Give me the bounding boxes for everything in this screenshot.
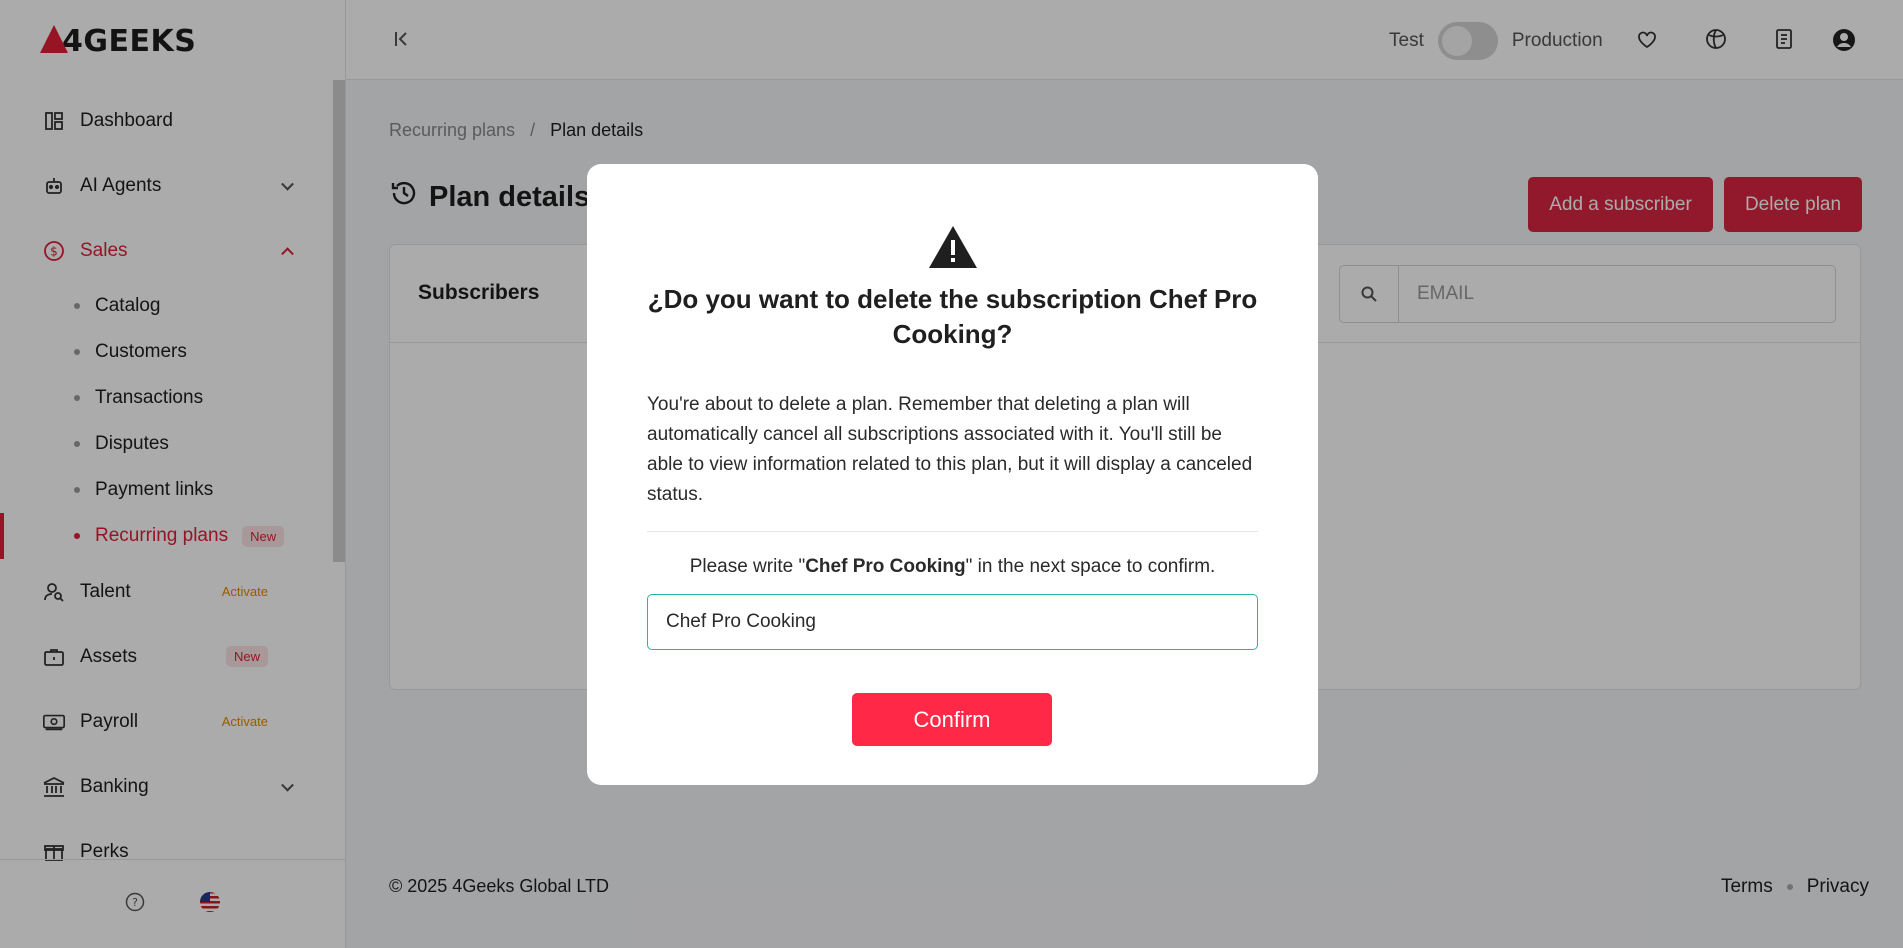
confirm-button[interactable]: Confirm	[852, 693, 1052, 746]
delete-subscription-modal: ¿Do you want to delete the subscription …	[587, 164, 1318, 785]
modal-confirm-prompt: Please write "Chef Pro Cooking" in the n…	[689, 556, 1216, 577]
warning-icon	[927, 224, 979, 275]
modal-divider	[647, 531, 1258, 532]
plan-name: Chef Pro Cooking	[805, 556, 966, 577]
confirm-plan-name-input[interactable]	[647, 594, 1258, 650]
modal-body: You're about to delete a plan. Remember …	[647, 394, 1253, 505]
modal-title: ¿Do you want to delete the subscription …	[647, 284, 1258, 349]
